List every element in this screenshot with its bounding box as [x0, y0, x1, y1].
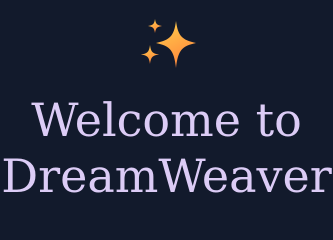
- sparkles-icon: [141, 19, 196, 68]
- welcome-title-line-1: Welcome to: [31, 93, 302, 147]
- welcome-screen: Welcome to DreamWeaver: [0, 0, 333, 222]
- welcome-title-line-2: DreamWeaver: [1, 149, 332, 203]
- welcome-title: Welcome to DreamWeaver: [0, 92, 333, 204]
